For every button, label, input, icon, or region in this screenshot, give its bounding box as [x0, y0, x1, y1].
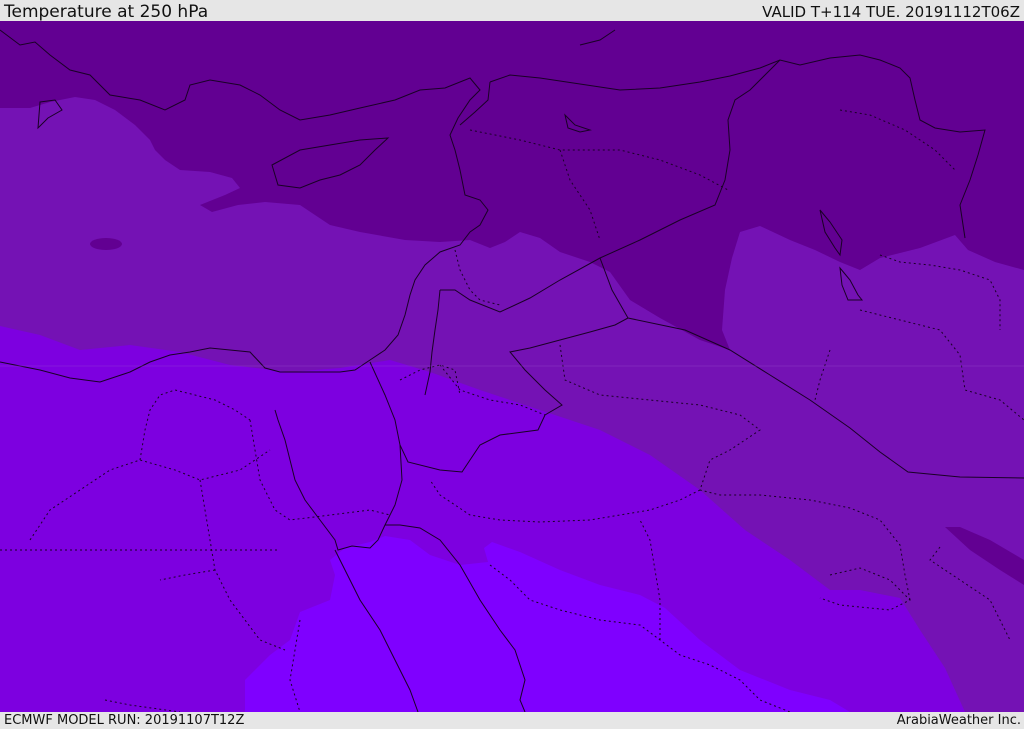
temperature-map[interactable] — [0, 21, 1024, 712]
map-title: Temperature at 250 hPa — [4, 2, 209, 22]
model-run-label: ECMWF MODEL RUN: 20191107T12Z — [4, 713, 245, 728]
cold-pocket-mediterranean — [90, 238, 122, 250]
map-canvas — [0, 21, 1024, 712]
valid-time: VALID T+114 TUE. 20191112T06Z — [762, 3, 1020, 21]
provider-label: ArabiaWeather Inc. — [896, 713, 1021, 728]
footer-bar: ECMWF MODEL RUN: 20191107T12Z ArabiaWeat… — [0, 712, 1024, 729]
header-bar: Temperature at 250 hPa VALID T+114 TUE. … — [0, 0, 1024, 21]
